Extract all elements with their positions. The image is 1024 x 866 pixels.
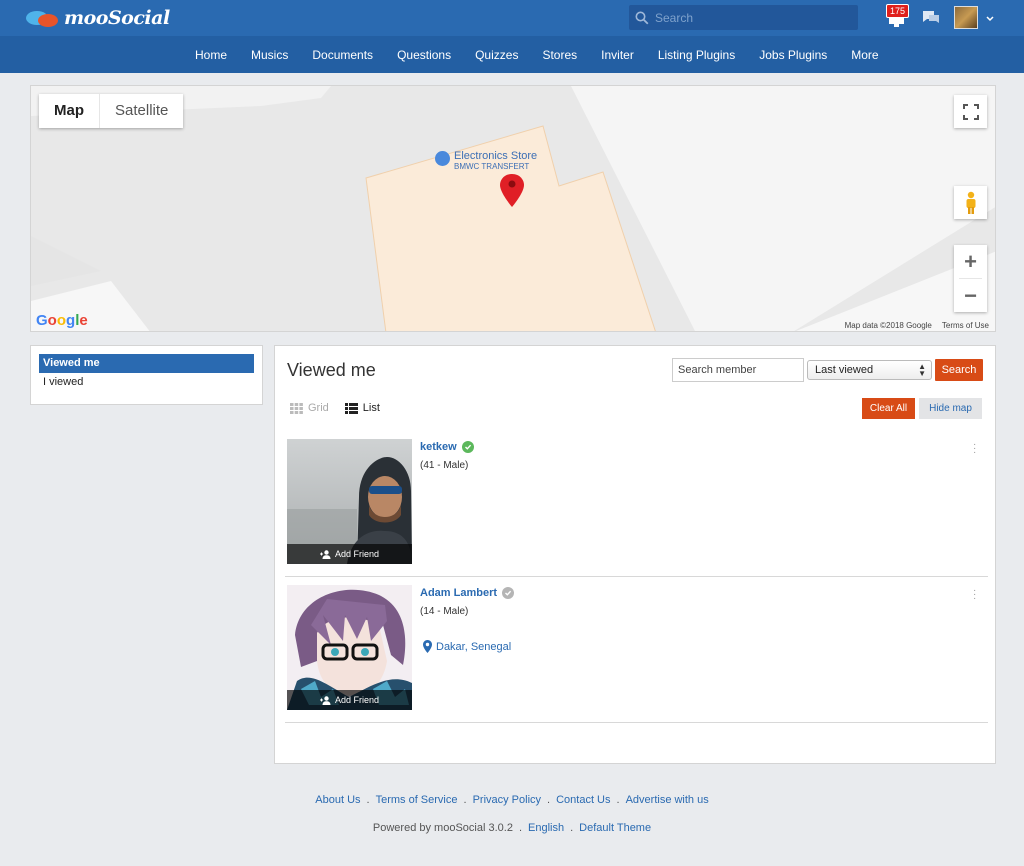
zoom-control: + −	[954, 245, 987, 312]
brand-name: mooSocial	[64, 7, 170, 29]
messages-icon[interactable]	[922, 9, 940, 27]
sort-select-value: Last viewed	[815, 364, 874, 376]
notifications-button[interactable]: 175	[884, 4, 910, 30]
member-location[interactable]: Dakar, Senegal	[423, 640, 511, 653]
page-title: Viewed me	[287, 360, 376, 380]
search-button[interactable]: Search	[935, 359, 983, 381]
view-toggle: Grid List	[290, 402, 380, 414]
sidebar-item-i-viewed[interactable]: I viewed	[39, 373, 254, 392]
fullscreen-icon	[962, 103, 979, 120]
add-friend-label: Add Friend	[334, 695, 380, 705]
zoom-out-button[interactable]: −	[954, 279, 987, 312]
place-subtitle: BMWC TRANSFERT	[454, 162, 530, 171]
footer-about-link[interactable]: About Us	[315, 794, 360, 806]
member-name-text[interactable]: ketkew	[420, 441, 457, 453]
list-view-label[interactable]: List	[363, 402, 380, 414]
list-icon[interactable]	[344, 402, 358, 414]
add-friend-icon	[319, 549, 331, 559]
member-name[interactable]: Adam Lambert	[420, 587, 515, 599]
map-data-credit: Map data ©2018 Google	[844, 321, 932, 330]
user-avatar[interactable]	[954, 6, 978, 29]
add-friend-label: Add Friend	[334, 549, 380, 559]
footer-bottom: Powered by mooSocial 3.0.2. English. Defau…	[372, 822, 652, 834]
member-location-text[interactable]: Dakar, Senegal	[436, 641, 511, 653]
map-view[interactable]: Map Satellite Electronics Store BMWC TRA…	[30, 85, 996, 332]
add-friend-button[interactable]: Add Friend	[287, 690, 412, 710]
footer-advertise-link[interactable]: Advertise with us	[626, 794, 709, 806]
nav-listing-plugins[interactable]: Listing Plugins	[658, 48, 735, 62]
top-bar: mooSocial 175	[0, 0, 1024, 36]
clear-all-button[interactable]: Clear All	[862, 398, 915, 419]
map-type-map[interactable]: Map	[39, 94, 100, 128]
more-options-icon[interactable]: · · ·	[973, 440, 976, 458]
member-search-input[interactable]	[672, 358, 804, 382]
hide-map-button[interactable]: Hide map	[919, 398, 982, 419]
nav-quizzes[interactable]: Quizzes	[475, 48, 518, 62]
nav-inviter[interactable]: Inviter	[601, 48, 634, 62]
footer-contact-link[interactable]: Contact Us	[556, 794, 610, 806]
footer-privacy-link[interactable]: Privacy Policy	[473, 794, 541, 806]
member-photo[interactable]: Add Friend	[287, 439, 412, 564]
main-nav: Home Musics Documents Questions Quizzes …	[0, 36, 1024, 73]
add-friend-button[interactable]: Add Friend	[287, 544, 412, 564]
brand-logo[interactable]: mooSocial	[24, 6, 170, 30]
zoom-in-button[interactable]: +	[954, 245, 987, 278]
search-icon	[629, 5, 655, 30]
theme-link[interactable]: Default Theme	[579, 822, 651, 834]
map-attribution: Map data ©2018 Google Terms of Use	[845, 321, 989, 330]
sidebar-item-viewed-me[interactable]: Viewed me	[39, 354, 254, 373]
nav-musics[interactable]: Musics	[251, 48, 288, 62]
global-search[interactable]	[629, 5, 858, 30]
nav-jobs-plugins[interactable]: Jobs Plugins	[759, 48, 827, 62]
nav-documents[interactable]: Documents	[312, 48, 373, 62]
powered-by: Powered by mooSocial 3.0.2	[372, 822, 513, 834]
more-options-icon[interactable]: · · ·	[973, 586, 976, 604]
location-pin-icon	[423, 640, 432, 653]
map-type-satellite[interactable]: Satellite	[100, 94, 183, 128]
notification-badge: 175	[886, 4, 910, 18]
verified-icon	[461, 441, 474, 453]
member-name[interactable]: ketkew	[420, 441, 474, 453]
fullscreen-button[interactable]	[954, 95, 987, 128]
sort-select[interactable]: Last viewed ▲ ▼	[807, 360, 932, 380]
store-pin-icon	[435, 151, 450, 166]
google-logo: Google	[36, 312, 88, 329]
list-item: Add Friend Adam Lambert (14 - Male) Daka…	[285, 584, 988, 723]
logo-bubbles-icon	[24, 7, 62, 29]
member-name-text[interactable]: Adam Lambert	[420, 587, 497, 599]
nav-home[interactable]: Home	[195, 48, 227, 62]
street-view-button[interactable]	[954, 186, 987, 219]
map-type-switch: Map Satellite	[39, 94, 184, 128]
nav-stores[interactable]: Stores	[542, 48, 577, 62]
add-friend-icon	[319, 695, 331, 705]
place-name: Electronics Store	[454, 150, 538, 162]
nav-more[interactable]: More	[851, 48, 878, 62]
map-place-label[interactable]: Electronics Store BMWC TRANSFERT	[435, 150, 537, 171]
grid-icon[interactable]	[290, 402, 303, 414]
nav-questions[interactable]: Questions	[397, 48, 451, 62]
map-terms-link[interactable]: Terms of Use	[942, 321, 989, 330]
chevron-down-icon[interactable]	[985, 13, 995, 23]
grid-view-label[interactable]: Grid	[308, 402, 329, 414]
footer-terms-link[interactable]: Terms of Service	[376, 794, 458, 806]
pegman-icon	[966, 191, 975, 214]
sidebar: Viewed me I viewed	[30, 345, 263, 405]
global-search-input[interactable]	[655, 10, 845, 25]
member-info: (14 - Male)	[420, 606, 469, 617]
language-link[interactable]: English	[528, 822, 564, 834]
footer-links: About Us. Terms of Service. Privacy Policy…	[315, 794, 709, 806]
member-info: (41 - Male)	[420, 460, 469, 471]
select-arrows-icon: ▲ ▼	[918, 362, 926, 378]
verified-icon	[502, 587, 515, 599]
list-item: Add Friend ketkew (41 - Male) · · ·	[285, 439, 988, 577]
member-photo[interactable]: Add Friend	[287, 585, 412, 710]
main-panel: Viewed me Last viewed ▲▼ Search Grid Lis…	[274, 345, 996, 764]
